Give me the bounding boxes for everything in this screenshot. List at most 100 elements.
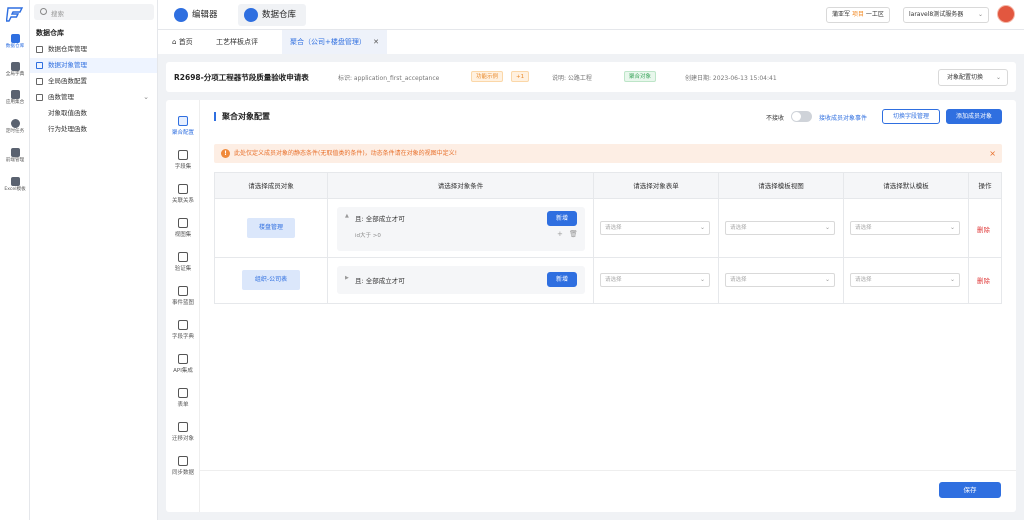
nav-views[interactable]: 视图集 <box>166 218 200 238</box>
nav-aggregate[interactable]: 聚合配置 <box>166 116 200 136</box>
rail-item-apps[interactable]: 应用集合 <box>0 90 30 106</box>
receive-events-link[interactable]: 接收成员对象事件 <box>819 113 867 122</box>
app-tab-editor[interactable]: 编辑器 <box>168 4 228 26</box>
action-cell: 删除 <box>969 199 1001 258</box>
form-select[interactable]: 请选择 ⌄ <box>600 221 710 235</box>
member-object-button[interactable]: 楼盘管理 <box>247 218 295 238</box>
search-input[interactable]: 搜索 <box>34 4 154 20</box>
tab-label: 首页 <box>178 38 193 46</box>
app-tab-label: 编辑器 <box>192 10 218 20</box>
tab-process-review[interactable]: 工艺样板点评 <box>208 30 266 54</box>
tab-home[interactable]: ⌂ 首页 <box>164 30 201 54</box>
object-identifier: 标识: application_first_acceptance <box>338 75 440 82</box>
close-icon[interactable]: × <box>989 144 996 163</box>
condition-detail: id大于 >0 <box>355 233 381 239</box>
avatar[interactable] <box>997 5 1015 23</box>
switch-field-button[interactable]: 切换字段管理 <box>882 109 940 124</box>
nav-validation[interactable]: 验证集 <box>166 252 200 272</box>
member-object-button[interactable]: 组织-公司表 <box>242 270 300 290</box>
nav-label: 同步数据 <box>171 470 194 476</box>
nav-label: 迁移对象 <box>171 436 194 442</box>
frontend-icon <box>10 148 20 157</box>
page-tabs: ⌂ 首页 工艺样板点评 聚合（公司+楼盘管理） ✕ <box>158 30 1024 54</box>
caret-right-icon[interactable]: ▶ <box>345 275 349 281</box>
add-condition-button[interactable]: 新增 <box>547 211 577 226</box>
condition-box: ▶ 且: 全部成立才可 新增 <box>337 266 585 294</box>
rail-item-excel[interactable]: Excel模板 <box>0 177 30 193</box>
nav-label: 事件蓝图 <box>171 300 194 306</box>
database-icon <box>10 34 20 43</box>
rail-item-database[interactable]: 数据仓库 <box>0 34 30 50</box>
user-org-button[interactable]: 蒲亚军 项目 一工区 <box>826 7 890 23</box>
migrate-icon <box>178 422 188 432</box>
sidebar-item-warehouse[interactable]: 数据仓库管理 <box>30 42 157 57</box>
toggle-label: 不接收 <box>766 115 785 122</box>
sidebar-item-func-manage[interactable]: 函数管理 ⌄ <box>30 90 157 105</box>
nav-label: 字段字典 <box>171 334 194 340</box>
user-role: 项目 <box>851 11 864 18</box>
server-select[interactable]: laravel8测试服务器 ⌄ <box>903 7 989 23</box>
select-placeholder: 请选择 <box>855 225 872 231</box>
rail-item-label: Excel模板 <box>4 187 26 192</box>
tag-function-example: 功能示例 <box>471 71 504 82</box>
nav-events[interactable]: 事件蓝图 <box>166 286 200 306</box>
search-icon <box>40 8 47 15</box>
nav-migrate[interactable]: 迁移对象 <box>166 422 200 442</box>
view-cell: 请选择 ⌄ <box>719 258 844 303</box>
info-alert: ! 此处仅定义成员对象的静态条件(无取值类的条件)，动态条件请在对象的视图中定义… <box>214 144 1002 163</box>
sidebar-item-label: 数据仓库管理 <box>48 45 87 53</box>
condition-box: ▲ 且: 全部成立才可 新增 id大于 >0 + 🗑 <box>337 207 585 251</box>
nav-relations[interactable]: 关联关系 <box>166 184 200 204</box>
server-label: laravel8测试服务器 <box>909 11 964 18</box>
nav-label: API集成 <box>173 368 193 374</box>
object-created-date: 创建日期: 2023-06-13 15:04:41 <box>685 75 777 82</box>
app-tab-warehouse[interactable]: 数据仓库 <box>238 4 307 26</box>
function-icon <box>36 78 43 85</box>
rail-item-label: 前端管理 <box>5 158 25 163</box>
caret-down-icon[interactable]: ▲ <box>345 213 349 219</box>
tab-aggregate[interactable]: 聚合（公司+楼盘管理） ✕ <box>282 30 387 54</box>
close-icon[interactable]: ✕ <box>373 38 379 46</box>
rail-item-tasks[interactable]: 定时任务 <box>0 119 30 135</box>
sidebar-item-action-func[interactable]: 行为处理函数 <box>30 122 157 137</box>
delete-link[interactable]: 删除 <box>977 224 990 234</box>
app-logo <box>6 7 24 22</box>
view-select[interactable]: 请选择 ⌄ <box>725 273 835 287</box>
sidebar-item-value-func[interactable]: 对象取值函数 <box>30 106 157 121</box>
select-placeholder: 请选择 <box>730 277 747 283</box>
rail-item-label: 数据仓库 <box>5 44 25 49</box>
view-select[interactable]: 请选择 ⌄ <box>725 221 835 235</box>
receive-events-toggle[interactable] <box>791 111 812 122</box>
object-config-switch[interactable]: 对象配置切换 ⌄ <box>938 69 1008 86</box>
template-cell: 请选择 ⌄ <box>844 258 969 303</box>
nav-dictionary[interactable]: 字段字典 <box>166 320 200 340</box>
nav-api[interactable]: API集成 <box>166 354 200 374</box>
table-header: 操作 <box>969 173 1001 199</box>
save-button[interactable]: 保存 <box>939 482 1001 498</box>
rail-item-frontend[interactable]: 前端管理 <box>0 148 30 164</box>
nav-sync[interactable]: 同步数据 <box>166 456 200 476</box>
sidebar-item-label: 全局函数配置 <box>48 77 87 85</box>
rail-item-label: 定时任务 <box>5 129 25 134</box>
add-condition-button[interactable]: 新增 <box>547 272 577 287</box>
rail-item-dictionary[interactable]: 全局字典 <box>0 62 30 78</box>
form-select[interactable]: 请选择 ⌄ <box>600 273 710 287</box>
sidebar-item-objects[interactable]: 数据对象管理 <box>30 58 157 73</box>
plus-icon[interactable]: + <box>557 230 563 238</box>
action-cell: 删除 <box>969 258 1001 303</box>
nav-fields[interactable]: 字段集 <box>166 150 200 170</box>
sidebar-item-global-func[interactable]: 全局函数配置 <box>30 74 157 89</box>
template-select[interactable]: 请选择 ⌄ <box>850 221 960 235</box>
top-bar: 编辑器 数据仓库 蒲亚军 项目 一工区 laravel8测试服务器 ⌄ <box>158 0 1024 30</box>
nav-forms[interactable]: 表单 <box>166 388 200 408</box>
template-select[interactable]: 请选择 ⌄ <box>850 273 960 287</box>
home-icon: ⌂ <box>172 38 177 46</box>
nav-label: 聚合配置 <box>171 130 194 136</box>
section-title: 聚合对象配置 <box>214 112 270 121</box>
add-member-button[interactable]: 添加成员对象 <box>946 109 1002 124</box>
trash-icon[interactable]: 🗑 <box>569 230 578 238</box>
table-header: 请选择成员对象 <box>215 173 328 199</box>
table-row: 楼盘管理 <box>215 199 328 258</box>
delete-link[interactable]: 删除 <box>977 275 990 285</box>
condition-cell: ▲ 且: 全部成立才可 新增 id大于 >0 + 🗑 <box>328 199 594 258</box>
